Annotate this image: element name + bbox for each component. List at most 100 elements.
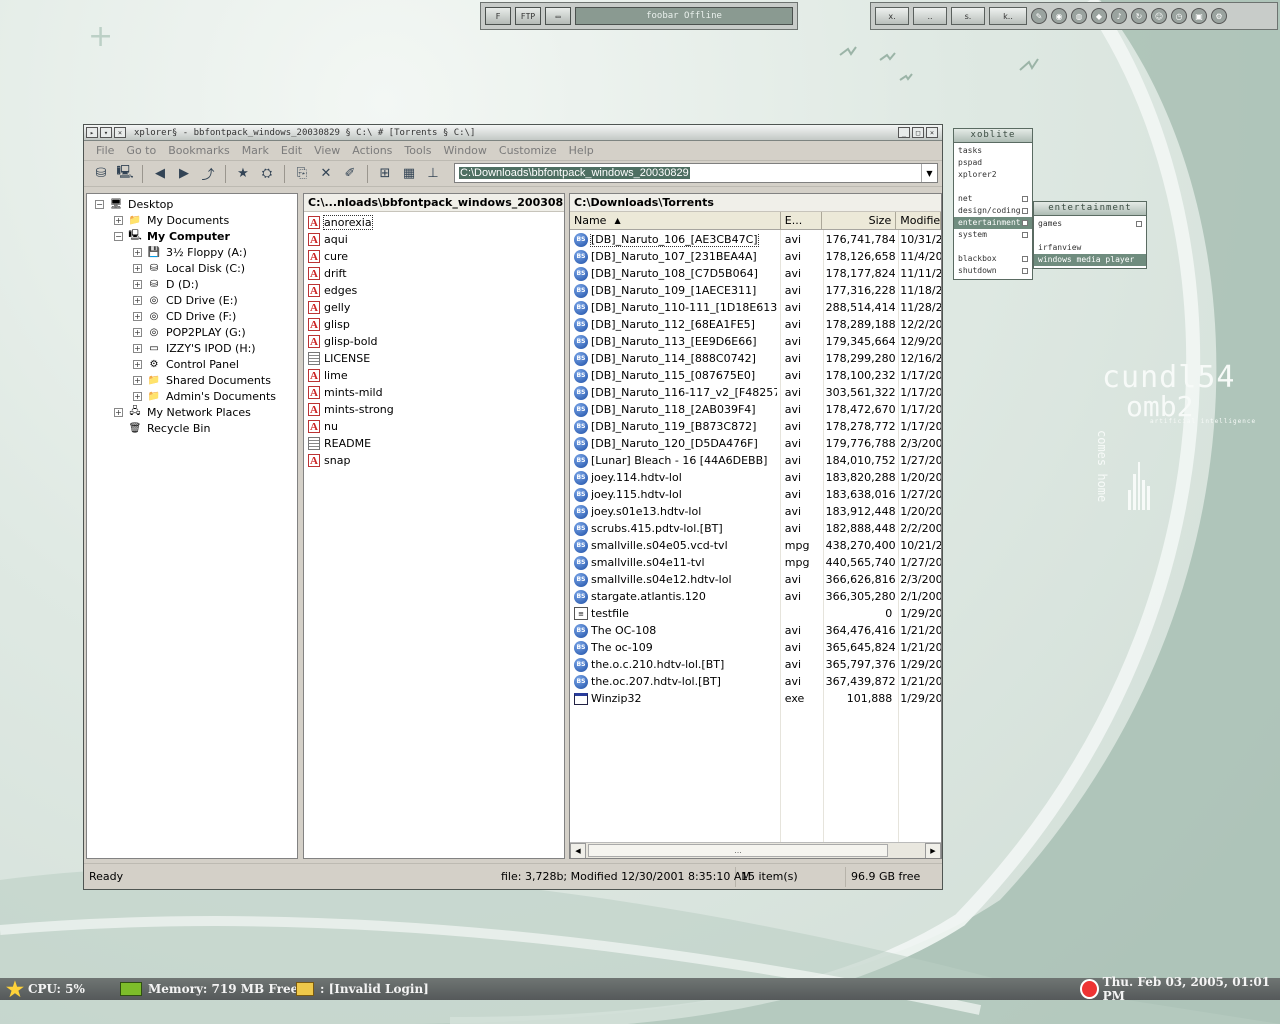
expand-icon[interactable]: + <box>133 295 142 305</box>
address-bar[interactable]: C:\Downloads\bbfontpack_windows_20030829… <box>454 163 938 183</box>
collapse-icon[interactable]: − <box>114 231 123 241</box>
table-row[interactable]: BS [DB]_Naruto_110-111_[1D18E613] avi 288,5… <box>570 299 941 316</box>
list-item[interactable]: Anu <box>304 418 564 435</box>
network-tray-icon[interactable]: ◉ <box>1051 8 1067 24</box>
table-row[interactable]: BS [DB]_Naruto_108_[C7D5B064] avi 178,177,8… <box>570 265 941 282</box>
tree-item[interactable]: + ◎ CD Drive (F:) <box>87 308 297 324</box>
table-row[interactable]: ≡ testfile 0 1/29/20 <box>570 605 941 622</box>
menu-item-irfanview[interactable]: irfanview <box>1034 242 1146 254</box>
cpu-monitor[interactable]: ★ CPU: 5% <box>6 977 85 1001</box>
tree-item[interactable]: + 📁 Admin's Documents <box>87 388 297 404</box>
menu-actions[interactable]: Actions <box>346 144 398 157</box>
scroll-right-icon[interactable]: ▶ <box>925 842 941 858</box>
expand-icon[interactable]: + <box>133 327 142 337</box>
ftp-button[interactable]: FTP <box>515 7 541 25</box>
table-row[interactable]: BS The oc-109 avi 365,645,824 1/21/20 <box>570 639 941 656</box>
table-row[interactable]: BS smallville.s04e11-tvl mpg 440,565,740 1/2… <box>570 554 941 571</box>
table-row[interactable]: BS the.oc.207.hdtv-lol.[BT] avi 367,439,872… <box>570 673 941 690</box>
delete-icon[interactable]: ✕ <box>315 163 337 185</box>
foobar-status[interactable]: foobar Offline <box>575 7 793 25</box>
menu-view[interactable]: View <box>308 144 346 157</box>
table-row[interactable]: BS [DB]_Naruto_106_[AE3CB47C] avi 176,741,7… <box>570 231 941 248</box>
chevron-down-icon[interactable]: ▼ <box>921 164 937 182</box>
list-item[interactable]: Aglisp-bold <box>304 333 564 350</box>
table-row[interactable]: BS [DB]_Naruto_112_[68EA1FE5] avi 178,289,1… <box>570 316 941 333</box>
folder-tree-pane[interactable]: − 🖥 Desktop + 📁 My Documents − 🖳 My Computer + 💾 3½… <box>86 193 298 859</box>
collapse-icon[interactable]: − <box>95 199 104 209</box>
menu-item-system[interactable]: system <box>954 229 1032 241</box>
menu-edit[interactable]: Edit <box>275 144 308 157</box>
display-icon[interactable]: ▣ <box>1191 8 1207 24</box>
menu-help[interactable]: Help <box>563 144 600 157</box>
expand-icon[interactable]: + <box>114 215 123 225</box>
address-input[interactable]: C:\Downloads\bbfontpack_windows_20030829 <box>455 165 921 181</box>
tree-item[interactable]: + ⛁ Local Disk (C:) <box>87 260 297 276</box>
table-row[interactable]: BS [DB]_Naruto_107_[231BEA4A] avi 178,126,6… <box>570 248 941 265</box>
map-drive-icon[interactable]: ⛭ <box>256 163 278 185</box>
table-row[interactable]: BS smallville.s04e05.vcd-tvl mpg 438,270,40… <box>570 537 941 554</box>
table-row[interactable]: BS [DB]_Naruto_119_[B873C872] avi 178,278,7… <box>570 418 941 435</box>
list-item[interactable]: LICENSE <box>304 350 564 367</box>
list-item[interactable]: README <box>304 435 564 452</box>
list-item[interactable]: Aglisp <box>304 316 564 333</box>
volume-icon[interactable]: ♪ <box>1111 8 1127 24</box>
menu-item-entertainment[interactable]: entertainment <box>954 217 1032 229</box>
list-item[interactable]: Adrift <box>304 265 564 282</box>
scrollbar-thumb[interactable]: ... <box>588 844 888 857</box>
table-row[interactable]: BS joey.115.hdtv-lol avi 183,638,016 1/27/20 <box>570 486 941 503</box>
shield-icon[interactable]: ◆ <box>1091 8 1107 24</box>
menu-item-shutdown[interactable]: shutdown <box>954 265 1032 277</box>
window-sticky-button[interactable]: × <box>114 127 126 138</box>
expand-icon[interactable]: + <box>133 263 142 273</box>
column-header-size[interactable]: Size <box>822 212 897 229</box>
minimize-button[interactable]: _ <box>898 127 910 138</box>
computer-button-icon[interactable]: 🖳 <box>114 163 136 185</box>
table-row[interactable]: BS [DB]_Naruto_115_[087675E0] avi 178,100,2… <box>570 367 941 384</box>
globe-icon[interactable]: ◍ <box>1071 8 1087 24</box>
entertainment-submenu-title[interactable]: entertainment <box>1034 202 1146 216</box>
back-icon[interactable]: ◀ <box>149 163 171 185</box>
copy-icon[interactable]: ⎘ <box>291 163 313 185</box>
expand-icon[interactable]: + <box>133 359 142 369</box>
properties-icon[interactable]: ✐ <box>339 163 361 185</box>
list-item[interactable]: Aaqui <box>304 231 564 248</box>
sync-icon[interactable]: ↻ <box>1131 8 1147 24</box>
table-row[interactable]: BS stargate.atlantis.120 avi 366,305,280 2/1… <box>570 588 941 605</box>
expand-icon[interactable]: + <box>133 343 142 353</box>
tree-item[interactable]: + ◎ POP2PLAY (G:) <box>87 324 297 340</box>
tree-item[interactable]: + 📁 Shared Documents <box>87 372 297 388</box>
list-item[interactable]: Aedges <box>304 282 564 299</box>
table-row[interactable]: BS [DB]_Naruto_113_[EE9D6E66] avi 179,345,6… <box>570 333 941 350</box>
tree-item[interactable]: + 🖧 My Network Places <box>87 404 297 420</box>
menu-item-tasks[interactable]: tasks <box>954 145 1032 157</box>
column-header-name[interactable]: Name ▲ <box>570 212 781 229</box>
window-titlebar[interactable]: ▸ ▾ × xplorer§ - bbfontpack_windows_2003… <box>84 125 942 141</box>
maximize-button[interactable]: □ <box>912 127 924 138</box>
tree-item[interactable]: − 🖳 My Computer <box>87 228 297 244</box>
view-mode-icon[interactable]: ▦ <box>398 163 420 185</box>
expand-icon[interactable]: + <box>133 375 142 385</box>
list-item[interactable]: Alime <box>304 367 564 384</box>
table-row[interactable]: BS the.o.c.210.hdtv-lol.[BT] avi 365,797,37… <box>570 656 941 673</box>
table-row[interactable]: BS[DB]_Naruto_116-117_v2_[F48257E6]avi30… <box>570 384 941 401</box>
drive-icon[interactable]: ⛁ <box>90 163 112 185</box>
login-status[interactable]: : [Invalid Login] <box>296 978 429 1000</box>
tray-app-4[interactable]: k.. <box>989 7 1027 25</box>
horizontal-scrollbar[interactable]: ◀ ... ▶ <box>570 842 941 858</box>
xoblite-menu-title[interactable]: xoblite <box>954 129 1032 143</box>
left-file-pane[interactable]: C:\...nloads\bbfontpack_windows_20030829… <box>303 193 565 859</box>
menu-item-games[interactable]: games <box>1034 218 1146 230</box>
list-item[interactable]: Amints-strong <box>304 401 564 418</box>
menu-file[interactable]: File <box>90 144 120 157</box>
menu-item-xplorer2[interactable]: xplorer2 <box>954 169 1032 181</box>
menu-item-net[interactable]: net <box>954 193 1032 205</box>
tray-app-2[interactable]: .. <box>913 7 947 25</box>
expand-icon[interactable]: + <box>114 407 123 417</box>
menu-bookmarks[interactable]: Bookmarks <box>162 144 235 157</box>
new-window-icon[interactable]: ⊞ <box>374 163 396 185</box>
menu-item-windows-media-player[interactable]: windows media player <box>1034 254 1146 266</box>
clock-tray-icon[interactable]: ◷ <box>1171 8 1187 24</box>
expand-icon[interactable]: + <box>133 391 142 401</box>
settings-tray-icon[interactable]: ⚙ <box>1211 8 1227 24</box>
table-row[interactable]: BS joey.114.hdtv-lol avi 183,820,288 1/20/20 <box>570 469 941 486</box>
